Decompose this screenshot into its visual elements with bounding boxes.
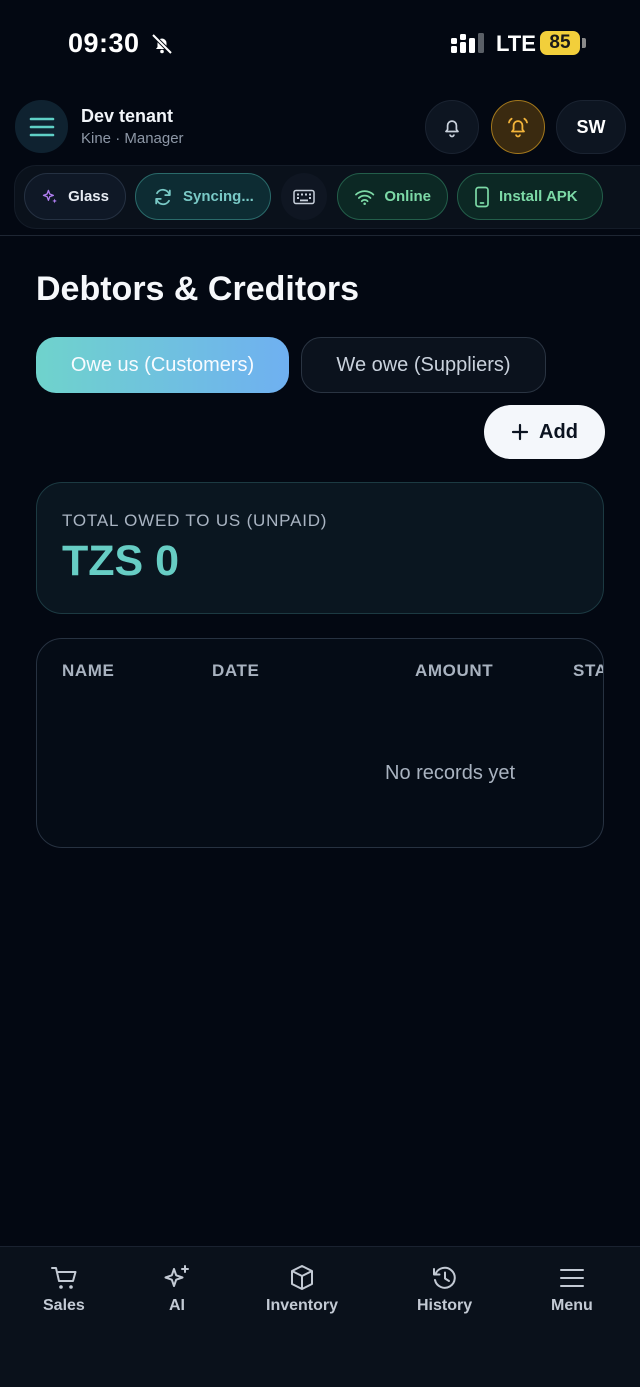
cell-signal-icon [451,33,484,53]
install-apk-chip[interactable]: Install APK [457,173,603,220]
tenant-name: Dev tenant [81,106,174,126]
menu-icon [559,1269,584,1287]
status-bar: 09:30 LTE 85 [0,0,640,90]
nav-sales-label: Sales [43,1297,85,1314]
bottom-navigation: Sales AI Inventory History Menu [0,1246,640,1387]
online-chip-label: Online [384,188,431,205]
header-divider [0,235,640,236]
box-icon [291,1265,313,1290]
sync-icon [155,188,171,205]
wifi-icon [355,189,375,205]
keyboard-icon [293,189,315,204]
online-status-chip[interactable]: Online [337,173,448,220]
tenant-role: Kine · Manager [81,130,184,147]
total-owed-label: TOTAL OWED TO US (UNPAID) [62,511,328,530]
nav-ai-label: AI [169,1297,185,1314]
add-button-label: Add [539,420,578,443]
nav-menu[interactable]: Menu [551,1263,593,1315]
column-header-amount[interactable]: AMOUNT [415,661,493,681]
nav-menu-label: Menu [551,1297,593,1314]
silent-bell-icon [151,33,173,55]
nav-history[interactable]: History [417,1263,472,1315]
hamburger-icon [29,117,54,136]
glass-chip-label: Glass [68,188,109,205]
plus-icon [511,423,529,441]
total-owed-card: TOTAL OWED TO US (UNPAID) TZS 0 [36,482,604,614]
tab-suppliers[interactable]: We owe (Suppliers) [301,337,546,393]
add-button[interactable]: Add [484,405,605,459]
sparkle-icon [42,189,57,203]
shopping-cart-icon [50,1267,77,1289]
hamburger-menu-button[interactable] [15,100,68,153]
empty-state-message: No records yet [385,762,516,784]
nav-inventory[interactable]: Inventory [266,1263,338,1315]
tab-customers[interactable]: Owe us (Customers) [36,337,289,393]
phone-icon [475,186,489,207]
total-owed-value: TZS 0 [62,537,180,585]
column-header-name[interactable]: NAME [62,661,114,681]
alerts-button[interactable] [491,100,545,154]
nav-inventory-label: Inventory [266,1297,339,1314]
sparkles-icon [164,1265,189,1287]
page-title: Debtors & Creditors [36,270,360,308]
keyboard-chip[interactable] [281,173,327,220]
bell-icon [445,120,459,138]
network-type: LTE [496,31,536,56]
alarm-bell-icon [508,117,528,138]
nav-history-label: History [417,1297,473,1314]
sync-chip-label: Syncing... [183,188,254,205]
status-time: 09:30 [68,28,140,58]
notifications-button[interactable] [425,100,479,154]
user-avatar[interactable]: SW [556,100,626,154]
battery-level: 85 [540,31,580,55]
nav-sales[interactable]: Sales [43,1263,85,1315]
install-chip-label: Install APK [499,188,578,205]
sync-status-chip[interactable]: Syncing... [135,173,271,220]
glass-chip[interactable]: Glass [24,173,126,220]
column-header-date[interactable]: DATE [212,661,259,681]
column-header-status[interactable]: STA [573,661,603,681]
battery-tip [582,38,586,48]
history-icon [432,1266,456,1289]
records-table: NAME DATE AMOUNT STA No records yet [36,638,604,848]
nav-ai[interactable]: AI [162,1263,192,1315]
